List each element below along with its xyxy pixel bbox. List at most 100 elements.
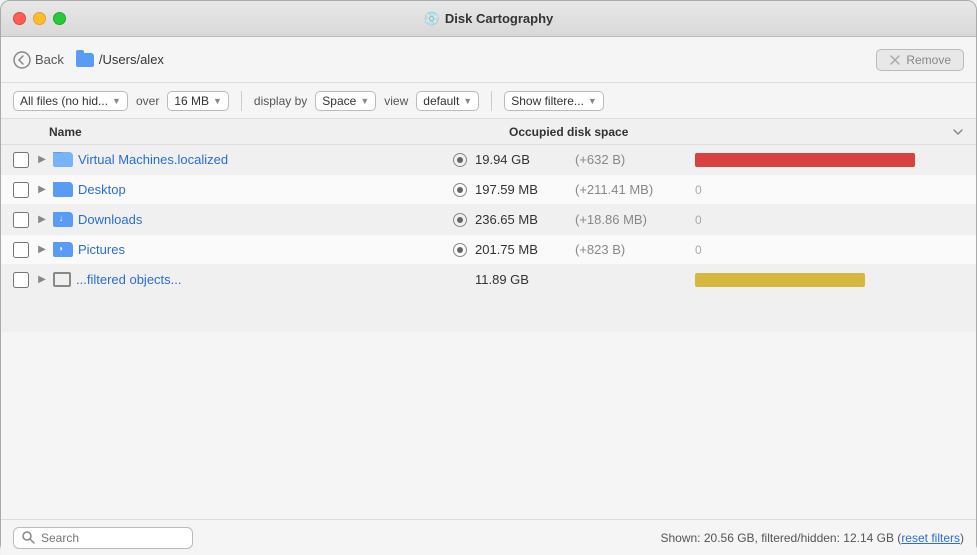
chevron-down-icon: ▼ xyxy=(112,96,121,106)
disk-column-header[interactable]: Occupied disk space xyxy=(509,125,964,139)
status-end: ) xyxy=(960,531,964,545)
row-bar-container-0 xyxy=(695,153,964,167)
radio-icon-0 xyxy=(453,153,467,167)
table-row[interactable]: ▶ Virtual Machines.localized 19.94 GB (+… xyxy=(1,145,976,175)
row-zero-1: 0 xyxy=(695,183,702,197)
status-bar: Shown: 20.56 GB, filtered/hidden: 12.14 … xyxy=(1,519,976,555)
row-zero-2: 0 xyxy=(695,213,702,227)
chevron-down-icon-5: ▼ xyxy=(588,96,597,106)
minimize-button[interactable] xyxy=(33,12,46,25)
over-label: over xyxy=(136,94,159,108)
row-name-3: Pictures xyxy=(53,242,453,257)
search-icon xyxy=(22,531,35,544)
chevron-down-icon-3: ▼ xyxy=(360,96,369,106)
main-content: Back /Users/alex Remove All files (no hi… xyxy=(1,37,976,555)
row-checkbox-0[interactable] xyxy=(13,152,29,168)
close-button[interactable] xyxy=(13,12,26,25)
path-text: /Users/alex xyxy=(99,52,164,67)
row-checkbox-1[interactable] xyxy=(13,182,29,198)
row-delta-1: (+211.41 MB) xyxy=(575,182,695,197)
remove-button[interactable]: Remove xyxy=(876,49,964,71)
row-zero-3: 0 xyxy=(695,243,702,257)
row-size-2: 236.65 MB xyxy=(475,212,575,227)
row-checkbox-2[interactable] xyxy=(13,212,29,228)
reset-filters-link[interactable]: reset filters xyxy=(901,531,960,545)
row-size-4: 11.89 GB xyxy=(475,272,575,287)
show-filtered-dropdown[interactable]: Show filtere... ▼ xyxy=(504,91,604,111)
table-row[interactable]: ▶ Downloads 236.65 MB (+18.86 MB) 0 xyxy=(1,205,976,235)
pictures-folder-icon xyxy=(53,242,73,257)
back-icon xyxy=(13,51,31,69)
radio-icon-3 xyxy=(453,243,467,257)
radio-icon-2 xyxy=(453,213,467,227)
row-bar-container-3: 0 xyxy=(695,243,964,257)
back-button[interactable]: Back xyxy=(13,51,64,69)
row-bar-container-1: 0 xyxy=(695,183,964,197)
folder-icon xyxy=(76,53,94,67)
view-filter-dropdown[interactable]: default ▼ xyxy=(416,91,479,111)
search-input[interactable] xyxy=(41,531,181,545)
view-label: view xyxy=(384,94,408,108)
space-filter-dropdown[interactable]: Space ▼ xyxy=(315,91,376,111)
app-icon: 💿 xyxy=(424,11,440,27)
size-filter-label: 16 MB xyxy=(174,94,209,108)
back-label: Back xyxy=(35,52,64,67)
display-by-label: display by xyxy=(254,94,307,108)
row-checkbox-4[interactable] xyxy=(13,272,29,288)
vm-folder-icon xyxy=(53,152,73,167)
toolbar: Back /Users/alex Remove xyxy=(1,37,976,83)
row-size-3: 201.75 MB xyxy=(475,242,575,257)
size-filter-dropdown[interactable]: 16 MB ▼ xyxy=(167,91,229,111)
table-row[interactable]: ▶ Pictures 201.75 MB (+823 B) 0 xyxy=(1,235,976,265)
divider-1 xyxy=(241,91,242,111)
row-expand-0[interactable]: ▶ xyxy=(35,153,49,167)
row-expand-4[interactable]: ▶ xyxy=(35,273,49,287)
filter-object-icon xyxy=(53,272,71,287)
row-name-0: Virtual Machines.localized xyxy=(53,152,453,167)
files-filter-dropdown[interactable]: All files (no hid... ▼ xyxy=(13,91,128,111)
maximize-button[interactable] xyxy=(53,12,66,25)
row-size-0: 19.94 GB xyxy=(475,152,575,167)
rows-area: ▶ Virtual Machines.localized 19.94 GB (+… xyxy=(1,145,976,332)
row-expand-1[interactable]: ▶ xyxy=(35,183,49,197)
row-delta-3: (+823 B) xyxy=(575,242,695,257)
status-text: Shown: 20.56 GB, filtered/hidden: 12.14 … xyxy=(660,531,964,545)
row-bar-container-2: 0 xyxy=(695,213,964,227)
downloads-folder-icon xyxy=(53,212,73,227)
chevron-down-icon-4: ▼ xyxy=(463,96,472,106)
remove-label: Remove xyxy=(906,53,951,67)
app-title: 💿 Disk Cartography xyxy=(424,11,554,27)
row-expand-3[interactable]: ▶ xyxy=(35,243,49,257)
disk-header-label: Occupied disk space xyxy=(509,125,628,139)
row-size-1: 197.59 MB xyxy=(475,182,575,197)
window-controls[interactable] xyxy=(13,12,66,25)
row-bar-4 xyxy=(695,273,865,287)
desktop-folder-icon xyxy=(53,182,73,197)
sort-icon xyxy=(952,126,964,138)
app-title-text: Disk Cartography xyxy=(445,11,553,26)
view-filter-label: default xyxy=(423,94,459,108)
status-shown: Shown: 20.56 GB, filtered/hidden: 12.14 … xyxy=(660,531,901,545)
radio-icon-1 xyxy=(453,183,467,197)
row-checkbox-3[interactable] xyxy=(13,242,29,258)
table-row[interactable]: ▶ Desktop 197.59 MB (+211.41 MB) 0 xyxy=(1,175,976,205)
row-delta-2: (+18.86 MB) xyxy=(575,212,695,227)
search-box[interactable] xyxy=(13,527,193,549)
row-name-2: Downloads xyxy=(53,212,453,227)
row-expand-2[interactable]: ▶ xyxy=(35,213,49,227)
space-filter-label: Space xyxy=(322,94,356,108)
chevron-down-icon-2: ▼ xyxy=(213,96,222,106)
name-column-header[interactable]: Name xyxy=(49,125,509,139)
title-bar: 💿 Disk Cartography xyxy=(1,1,976,37)
row-name-4: ...filtered objects... xyxy=(53,272,453,287)
filter-bar: All files (no hid... ▼ over 16 MB ▼ disp… xyxy=(1,83,976,119)
table-row[interactable]: ▶ ...filtered objects... 11.89 GB xyxy=(1,265,976,295)
files-filter-label: All files (no hid... xyxy=(20,94,108,108)
row-bar-0 xyxy=(695,153,915,167)
name-header-label: Name xyxy=(49,125,82,139)
table-header: Name Occupied disk space xyxy=(1,119,976,145)
show-filtered-label: Show filtere... xyxy=(511,94,584,108)
remove-icon xyxy=(889,54,901,66)
row-delta-0: (+632 B) xyxy=(575,152,695,167)
empty-area xyxy=(1,332,976,519)
